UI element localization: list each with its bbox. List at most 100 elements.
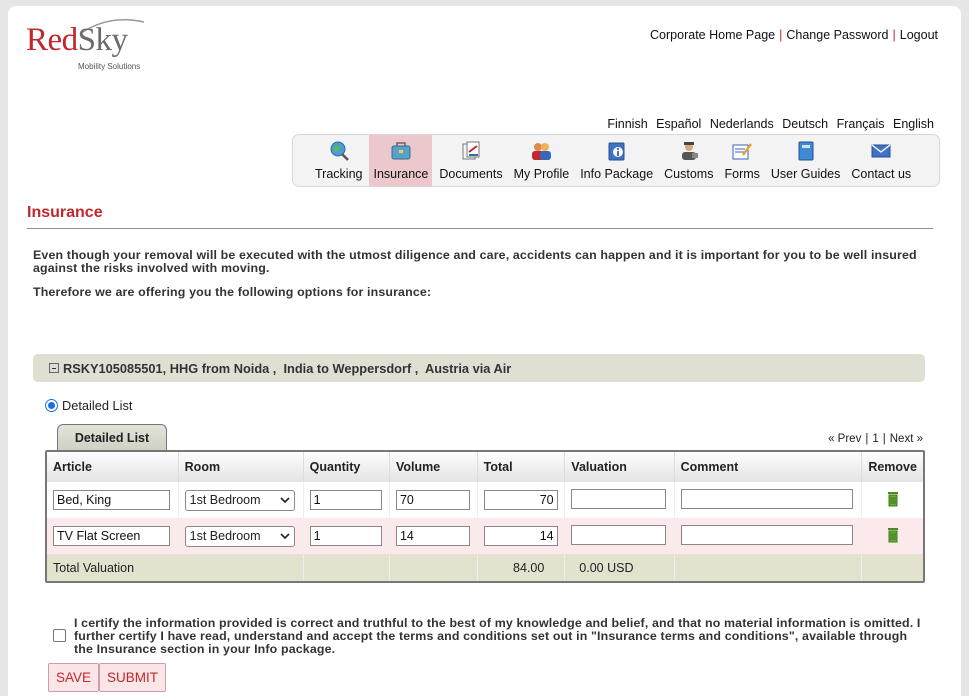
col-total: Total bbox=[477, 452, 566, 482]
quantity-input[interactable]: 1 bbox=[309, 526, 382, 546]
nav-user-guides[interactable]: User Guides bbox=[767, 135, 844, 186]
col-room: Room bbox=[178, 452, 304, 482]
total-input[interactable]: 14 bbox=[483, 526, 558, 546]
total-valuation-value: 0.00 USD bbox=[564, 554, 675, 581]
nav-my-profile-label: My Profile bbox=[513, 167, 570, 181]
comment-input[interactable] bbox=[680, 488, 853, 509]
col-remove: Remove bbox=[861, 452, 923, 482]
customs-officer-icon bbox=[678, 140, 700, 162]
lang-deutsch[interactable]: Deutsch bbox=[782, 117, 828, 131]
logo-wordmark: RedSky bbox=[26, 22, 128, 58]
col-article: Article bbox=[47, 452, 179, 482]
corporate-home-link[interactable]: Corporate Home Page bbox=[650, 28, 775, 42]
main-nav: Tracking Insurance Documents My Profile … bbox=[292, 134, 940, 187]
redsky-logo[interactable]: RedSky Mobility Solutions bbox=[26, 19, 156, 80]
lang-english[interactable]: English bbox=[893, 117, 934, 131]
article-input[interactable]: Bed, King bbox=[53, 490, 170, 510]
trash-icon[interactable] bbox=[885, 527, 901, 546]
intro-text-options: Therefore we are offering you the follow… bbox=[33, 285, 432, 299]
table-row: Bed, King 1st Bedroom 1 70 70 bbox=[47, 482, 923, 518]
logo-tagline: Mobility Solutions bbox=[78, 62, 141, 71]
nav-customs-label: Customs bbox=[664, 167, 714, 181]
page-title: Insurance bbox=[27, 204, 103, 221]
briefcase-icon bbox=[390, 140, 412, 162]
col-comment: Comment bbox=[674, 452, 863, 482]
nav-user-guides-label: User Guides bbox=[770, 167, 841, 181]
table-header-row: Article Room Quantity Volume Total Valua… bbox=[47, 452, 923, 482]
collapse-icon[interactable] bbox=[49, 363, 59, 373]
nav-my-profile[interactable]: My Profile bbox=[510, 135, 574, 186]
valuation-input[interactable] bbox=[571, 524, 667, 545]
nav-insurance-label: Insurance bbox=[373, 167, 429, 181]
total-label: Total Valuation bbox=[47, 554, 304, 581]
article-input[interactable]: TV Flat Screen bbox=[53, 526, 170, 546]
title-divider bbox=[27, 228, 933, 229]
volume-input[interactable]: 70 bbox=[395, 490, 470, 510]
shipment-title: RSKY105085501, HHG from Noida , India to… bbox=[63, 360, 512, 376]
envelope-icon bbox=[870, 140, 892, 162]
globe-magnifier-icon bbox=[328, 140, 350, 162]
total-input[interactable]: 70 bbox=[483, 490, 558, 510]
forms-icon bbox=[731, 140, 753, 162]
submit-button[interactable]: SUBMIT bbox=[99, 663, 167, 692]
nav-info-package[interactable]: Info Package bbox=[576, 135, 657, 186]
detailed-list-option[interactable]: Detailed List bbox=[45, 398, 132, 413]
change-password-link[interactable]: Change Password bbox=[786, 28, 888, 42]
comment-input[interactable] bbox=[680, 524, 853, 545]
pagination: « Prev | 1 | Next » bbox=[826, 433, 925, 445]
nav-info-package-label: Info Package bbox=[580, 167, 654, 181]
detailed-list-radio[interactable] bbox=[45, 399, 58, 412]
col-volume: Volume bbox=[389, 452, 478, 482]
documents-icon bbox=[460, 140, 482, 162]
logout-link[interactable]: Logout bbox=[900, 28, 938, 42]
next-link[interactable]: Next » bbox=[890, 433, 923, 445]
chevron-down-icon bbox=[280, 532, 290, 539]
valuation-input[interactable] bbox=[571, 488, 667, 509]
lang-francais[interactable]: Français bbox=[837, 117, 885, 131]
nav-documents-label: Documents bbox=[439, 167, 503, 181]
page-number[interactable]: 1 bbox=[872, 433, 878, 445]
col-valuation: Valuation bbox=[564, 452, 675, 482]
tab-detailed-list[interactable]: Detailed List bbox=[57, 424, 167, 451]
nav-contact-us-label: Contact us bbox=[851, 167, 912, 181]
insurance-table: Article Room Quantity Volume Total Valua… bbox=[45, 450, 925, 583]
nav-insurance[interactable]: Insurance bbox=[369, 135, 433, 186]
nav-tracking-label: Tracking bbox=[315, 167, 363, 181]
link-separator: | bbox=[779, 28, 783, 42]
info-book-icon bbox=[606, 140, 628, 162]
page: RedSky Mobility Solutions Corporate Home… bbox=[8, 6, 961, 696]
nav-forms-label: Forms bbox=[724, 167, 760, 181]
lang-nederlands[interactable]: Nederlands bbox=[710, 117, 774, 131]
chevron-down-icon bbox=[280, 496, 290, 503]
table-row: TV Flat Screen 1st Bedroom 1 14 14 bbox=[47, 518, 923, 554]
nav-forms[interactable]: Forms bbox=[720, 135, 763, 186]
top-links: Corporate Home Page | Change Password | Logo… bbox=[650, 28, 938, 42]
nav-tracking[interactable]: Tracking bbox=[311, 135, 366, 186]
certify-text: I certify the information provided is co… bbox=[74, 616, 921, 656]
room-select[interactable]: 1st Bedroom bbox=[184, 489, 295, 511]
lang-espanol[interactable]: Español bbox=[656, 117, 701, 131]
quantity-input[interactable]: 1 bbox=[309, 490, 382, 510]
room-select[interactable]: 1st Bedroom bbox=[184, 525, 295, 547]
prev-link[interactable]: « Prev bbox=[828, 433, 861, 445]
nav-contact-us[interactable]: Contact us bbox=[847, 135, 915, 186]
trash-icon[interactable] bbox=[885, 491, 901, 510]
guide-book-icon bbox=[795, 140, 817, 162]
room-select-value: 1st Bedroom bbox=[189, 529, 261, 543]
total-volume-value: 84.00 bbox=[477, 554, 566, 581]
room-select-value: 1st Bedroom bbox=[189, 493, 261, 507]
people-icon bbox=[530, 140, 552, 162]
nav-customs[interactable]: Customs bbox=[660, 135, 717, 186]
lang-finnish[interactable]: Finnish bbox=[607, 117, 647, 131]
link-separator: | bbox=[892, 28, 896, 42]
language-selector: Finnish Español Nederlands Deutsch Franç… bbox=[602, 117, 934, 131]
pager-separator: | bbox=[882, 433, 886, 445]
pager-separator: | bbox=[865, 433, 869, 445]
nav-documents[interactable]: Documents bbox=[435, 135, 506, 186]
volume-input[interactable]: 14 bbox=[395, 526, 470, 546]
detailed-list-radio-label: Detailed List bbox=[62, 398, 133, 413]
certify-checkbox[interactable] bbox=[53, 629, 66, 642]
intro-text: Even though your removal will be execute… bbox=[33, 248, 917, 275]
shipment-header[interactable]: RSKY105085501, HHG from Noida , India to… bbox=[33, 354, 925, 382]
save-button[interactable]: SAVE bbox=[48, 663, 100, 692]
